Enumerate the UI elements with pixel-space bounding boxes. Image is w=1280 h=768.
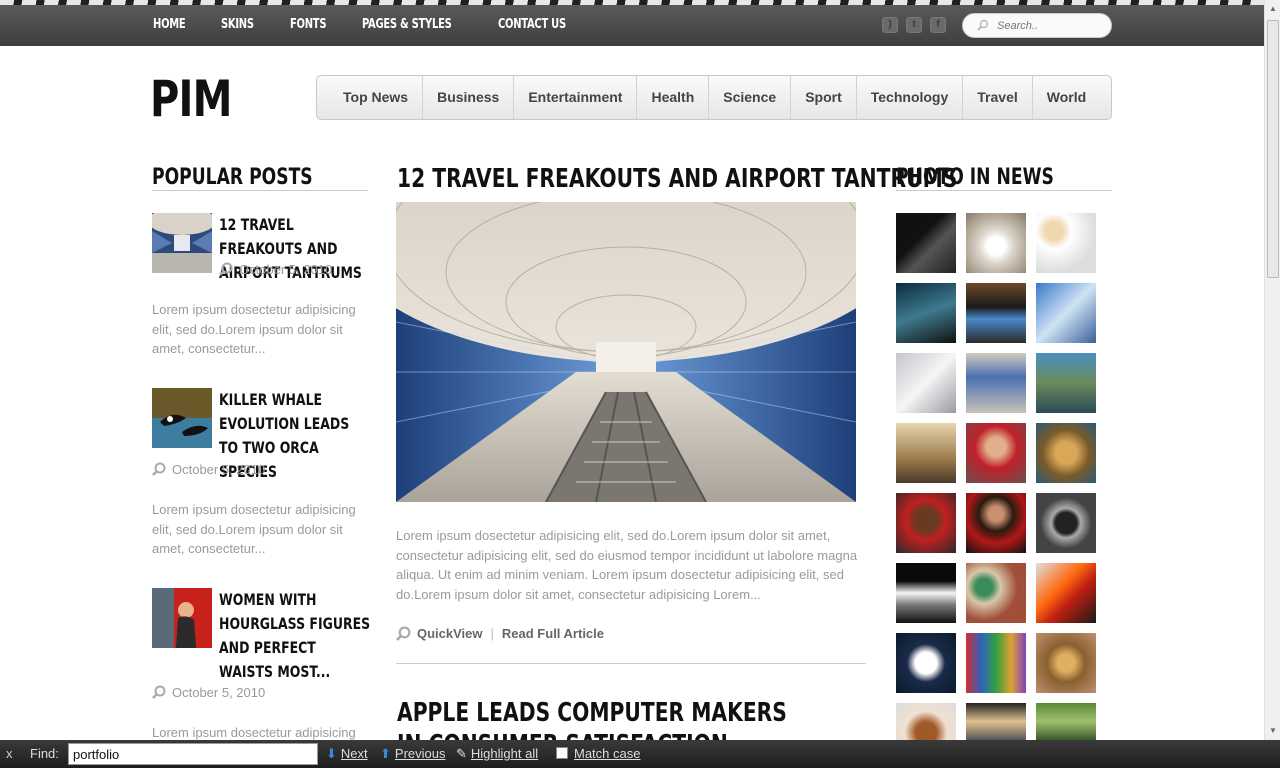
rss-icon[interactable]: ) <box>882 17 898 33</box>
post-excerpt: Lorem ipsum dosectetur adipisicing elit,… <box>152 502 356 556</box>
photo-thumbnail[interactable] <box>1036 283 1096 343</box>
post-thumbnail[interactable] <box>152 588 212 648</box>
post-date: October 5, 2010 <box>219 262 332 277</box>
category-entertainment[interactable]: Entertainment <box>514 76 638 119</box>
post-thumbnail[interactable] <box>152 388 212 448</box>
close-icon[interactable]: x <box>6 746 13 761</box>
divider <box>396 663 866 664</box>
vertical-scrollbar[interactable]: ▲ ▼ <box>1264 0 1280 740</box>
photo-thumbnail[interactable] <box>896 283 956 343</box>
photo-thumbnail[interactable] <box>896 353 956 413</box>
find-previous-button[interactable]: ⬆ Previous <box>380 746 445 762</box>
category-world[interactable]: World <box>1033 76 1100 119</box>
photo-thumbnail[interactable] <box>896 633 956 693</box>
post-thumbnail[interactable] <box>152 213 212 273</box>
post-date: October 5, 2010 <box>152 462 265 477</box>
site-logo[interactable]: PIM <box>150 70 232 128</box>
article-title[interactable]: 12 TRAVEL FREAKOUTS AND AIRPORT TANTRUMS <box>397 164 957 194</box>
photo-thumbnail[interactable] <box>966 493 1026 553</box>
magnifier-icon <box>152 462 166 476</box>
category-health[interactable]: Health <box>637 76 710 119</box>
photo-thumbnail[interactable] <box>966 423 1026 483</box>
photo-thumbnail[interactable] <box>1036 703 1096 740</box>
photo-thumbnail[interactable] <box>1036 213 1096 273</box>
category-travel[interactable]: Travel <box>963 76 1033 119</box>
twitter-icon[interactable]: t <box>906 17 922 33</box>
nav-skins[interactable]: SKINS <box>221 17 254 32</box>
highlight-all-label: Highlight all <box>470 746 539 761</box>
photo-in-news-heading: PHOTO IN NEWS <box>896 165 1054 190</box>
photo-thumbnail[interactable] <box>896 493 956 553</box>
find-input[interactable] <box>68 743 318 765</box>
article-links: QuickView | Read Full Article <box>396 626 604 641</box>
photo-thumbnail[interactable] <box>966 213 1026 273</box>
photo-thumbnail[interactable] <box>1036 563 1096 623</box>
search-icon <box>977 19 989 31</box>
photo-thumbnail[interactable] <box>966 283 1026 343</box>
post-date-text: October 5, 2010 <box>172 685 266 700</box>
popular-posts-heading: POPULAR POSTS <box>152 165 313 190</box>
photo-thumbnail[interactable] <box>966 353 1026 413</box>
photo-thumbnail[interactable] <box>1036 633 1096 693</box>
magnifier-icon <box>219 262 233 276</box>
nav-pages-styles[interactable]: PAGES & STYLES <box>362 17 452 32</box>
photo-thumbnail[interactable] <box>966 563 1026 623</box>
photo-thumbnail[interactable] <box>896 563 956 623</box>
find-next-button[interactable]: ⬇ Next <box>326 746 368 762</box>
article-image[interactable] <box>396 202 856 502</box>
find-next-label: Next <box>340 746 368 761</box>
social-links: ) t f <box>882 17 946 33</box>
top-menu: HOME SKINS FONTS PAGES & STYLES CONTACT … <box>153 17 608 32</box>
magnifier-icon <box>152 685 166 699</box>
post-date: October 5, 2010 <box>152 685 265 700</box>
header-decoration <box>0 0 1264 5</box>
post-date-text: October 5, 2010 <box>239 262 333 277</box>
photo-thumbnail[interactable] <box>896 703 956 740</box>
magnifier-icon <box>396 626 411 641</box>
divider <box>896 190 1112 191</box>
read-full-article-link[interactable]: Read Full Article <box>502 626 604 641</box>
category-science[interactable]: Science <box>709 76 792 119</box>
arrow-down-icon: ⬇ <box>326 746 337 761</box>
search-box <box>962 13 1112 38</box>
photo-thumbnail[interactable] <box>966 703 1026 740</box>
divider <box>152 190 368 191</box>
nav-fonts[interactable]: FONTS <box>290 17 326 32</box>
scroll-down-icon[interactable]: ▼ <box>1268 726 1278 736</box>
category-sport[interactable]: Sport <box>791 76 857 119</box>
photo-thumbnail[interactable] <box>896 213 956 273</box>
photo-thumbnail[interactable] <box>1036 493 1096 553</box>
post-excerpt: Lorem ipsum dosectetur adipisicing elit,… <box>152 302 356 356</box>
post-title[interactable]: WOMEN WITH HOURGLASS FIGURES AND PERFECT… <box>219 588 371 684</box>
category-business[interactable]: Business <box>423 76 515 119</box>
nav-home[interactable]: HOME <box>153 17 186 32</box>
highlighter-icon: ✎ <box>456 746 467 761</box>
photo-thumbnail[interactable] <box>966 633 1026 693</box>
quickview-link[interactable]: QuickView <box>417 626 483 641</box>
scrollbar-thumb[interactable] <box>1267 20 1279 278</box>
photo-thumbnail[interactable] <box>896 423 956 483</box>
find-previous-label: Previous <box>394 746 446 761</box>
scroll-up-icon[interactable]: ▲ <box>1268 4 1278 14</box>
match-case-checkbox[interactable] <box>556 747 568 759</box>
highlight-all-button[interactable]: ✎ Highlight all <box>456 746 538 762</box>
category-top-news[interactable]: Top News <box>329 76 424 119</box>
nav-contact-us[interactable]: CONTACT US <box>498 17 566 32</box>
category-navigation: Top News Business Entertainment Health S… <box>316 75 1112 120</box>
search-input[interactable] <box>997 18 1102 34</box>
category-technology[interactable]: Technology <box>857 76 964 119</box>
find-bar: x Find: ⬇Next ⬆Previous ✎Highlight all M… <box>0 740 1280 768</box>
article-excerpt: Lorem ipsum dosectetur adipisicing elit,… <box>396 528 858 602</box>
top-navigation-bar: HOME SKINS FONTS PAGES & STYLES CONTACT … <box>0 0 1264 46</box>
post-title-text: WOMEN WITH HOURGLASS FIGURES AND PERFECT… <box>219 590 371 681</box>
post-date-text: October 5, 2010 <box>172 462 266 477</box>
facebook-icon[interactable]: f <box>930 17 946 33</box>
arrow-up-icon: ⬆ <box>380 746 391 761</box>
photo-thumbnail[interactable] <box>1036 353 1096 413</box>
find-label: Find: <box>30 746 59 761</box>
match-case-label[interactable]: Match case <box>574 746 640 761</box>
link-separator: | <box>490 626 494 641</box>
photo-thumbnail[interactable] <box>1036 423 1096 483</box>
